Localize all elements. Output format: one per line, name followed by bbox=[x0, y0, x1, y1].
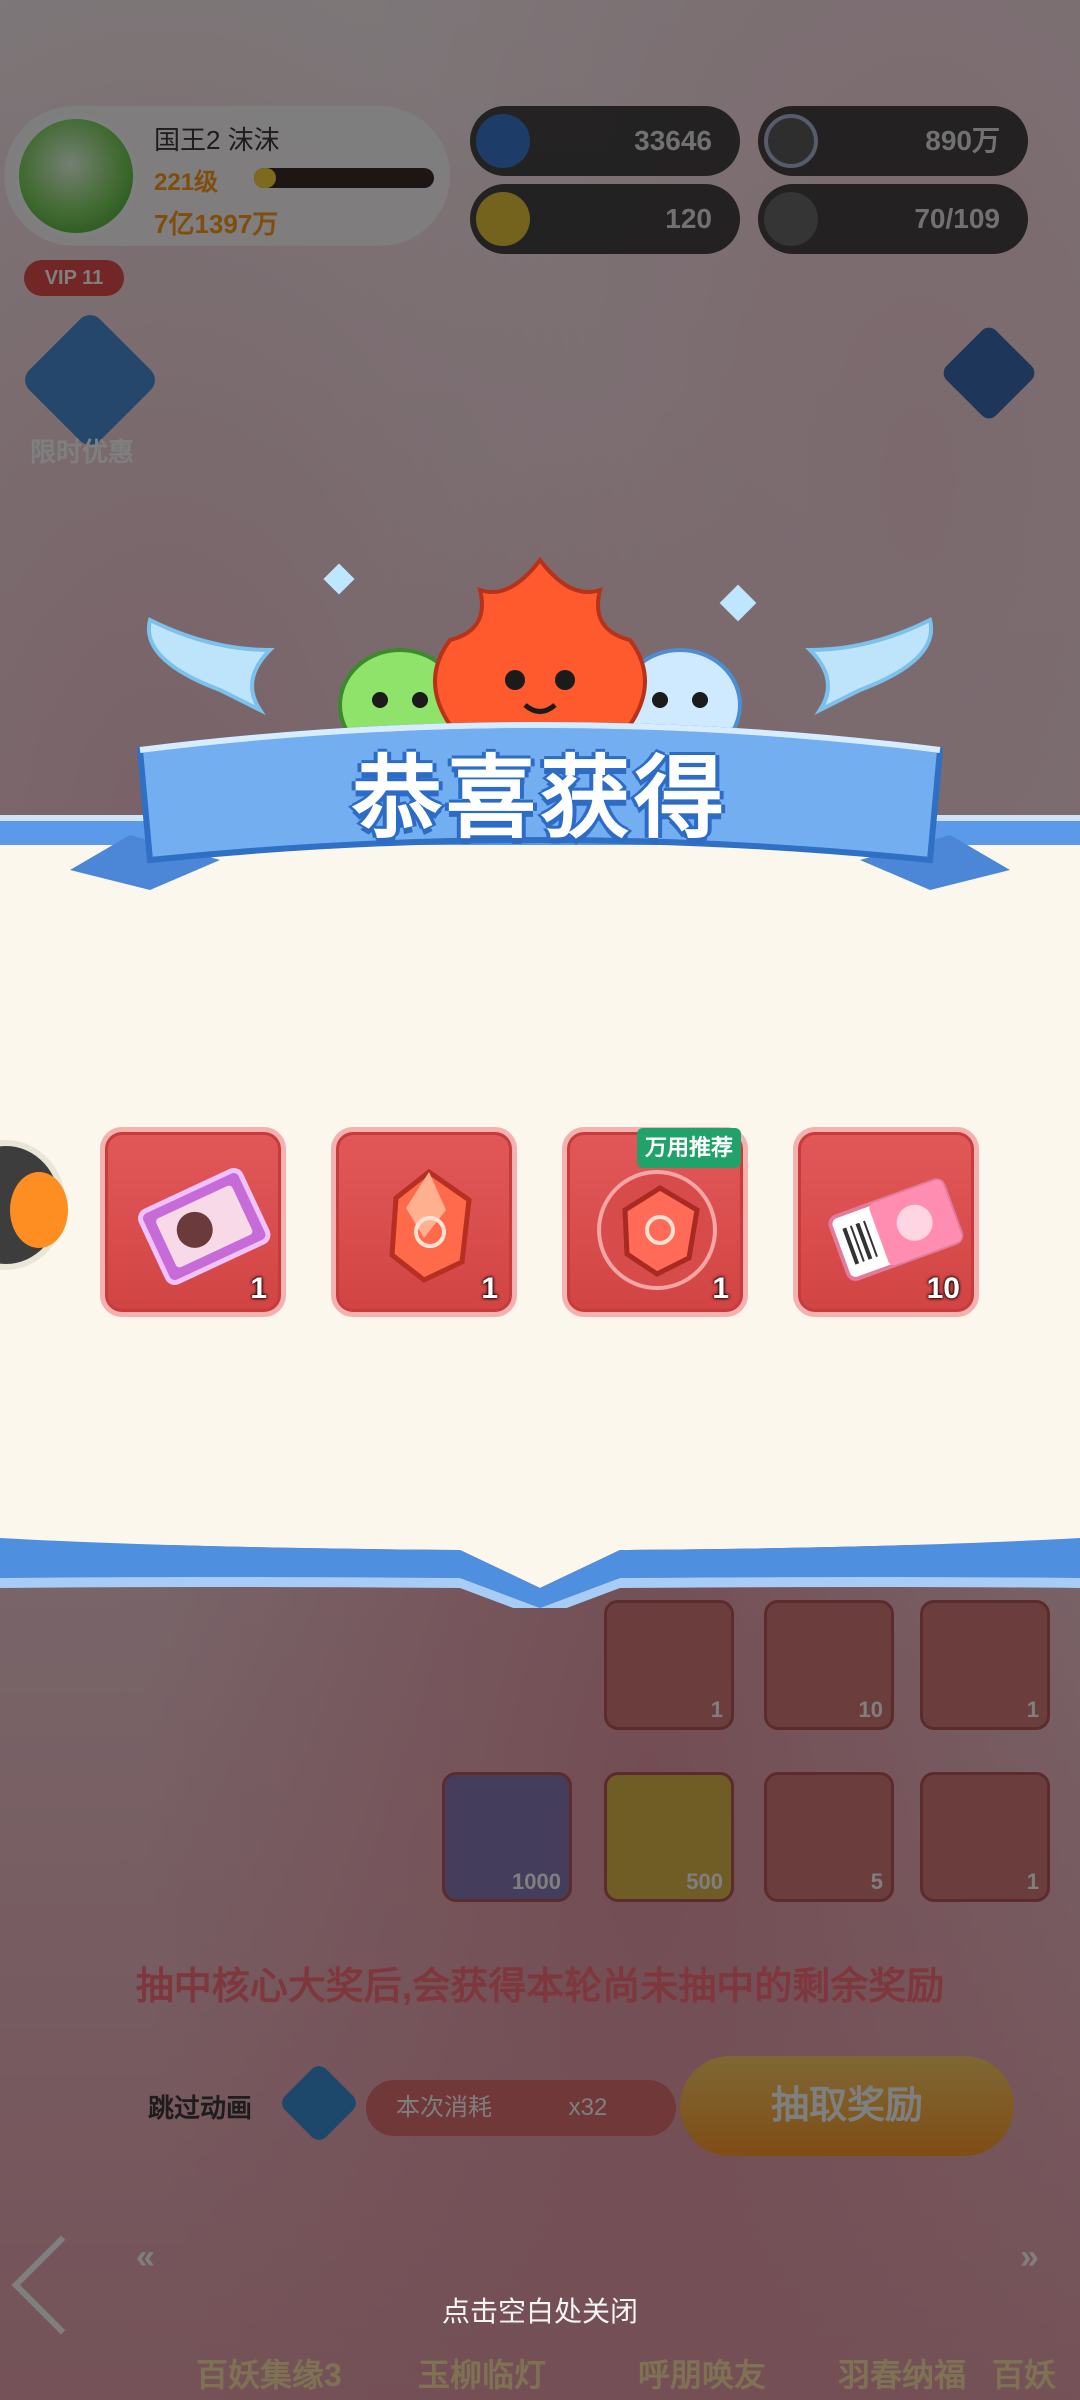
reward-item-token[interactable]: 万用推荐 1 bbox=[562, 1127, 748, 1317]
tap-to-close-hint: 点击空白处关闭 bbox=[441, 2296, 638, 2327]
congrats-title: 恭喜获得 bbox=[352, 749, 728, 849]
sparkle-icon bbox=[719, 584, 757, 622]
reward-item-card[interactable]: 1 bbox=[100, 1127, 286, 1317]
reward-count: 1 bbox=[250, 1272, 267, 1305]
universal-recommend-badge: 万用推荐 bbox=[637, 1128, 742, 1168]
left-wing-icon bbox=[146, 617, 275, 716]
reward-count: 1 bbox=[712, 1272, 729, 1305]
sparkle-icon bbox=[323, 563, 355, 595]
reward-item-ticket[interactable]: 10 bbox=[793, 1127, 979, 1317]
fire-slime-icon bbox=[433, 556, 647, 742]
reward-count: 1 bbox=[481, 1272, 498, 1305]
reward-item-crystal[interactable]: 1 bbox=[331, 1127, 517, 1317]
popup-bottom-border bbox=[0, 1528, 1080, 1608]
reward-count: 10 bbox=[926, 1272, 960, 1305]
right-wing-icon bbox=[805, 617, 934, 716]
reward-items-row: 1 1 万用推荐 1 10 bbox=[0, 1127, 1080, 1317]
